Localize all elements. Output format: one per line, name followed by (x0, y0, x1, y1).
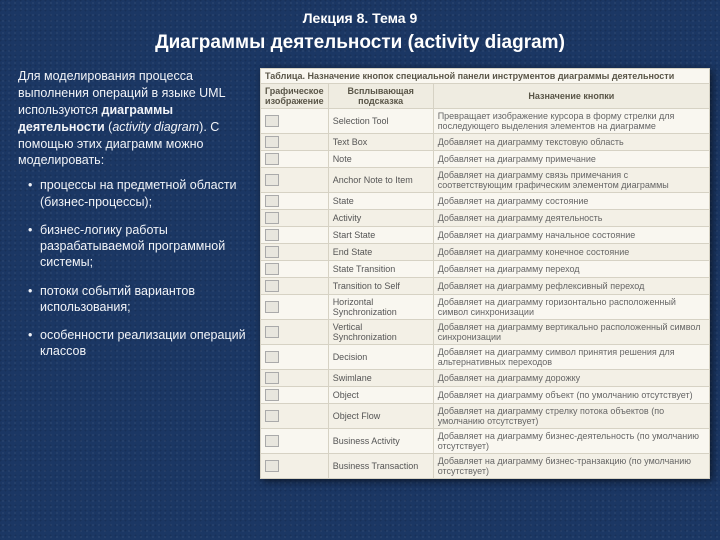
table-row: Start StateДобавляет на диаграмму началь… (261, 227, 710, 244)
table-row: Object FlowДобавляет на диаграмму стрелк… (261, 404, 710, 429)
tool-icon (261, 151, 329, 168)
tool-description: Добавляет на диаграмму примечание (433, 151, 709, 168)
tool-icon (261, 278, 329, 295)
tool-icon (261, 261, 329, 278)
table-header-row: Графическое изображение Всплывающая подс… (261, 84, 710, 109)
tool-description: Добавляет на диаграмму рефлексивный пере… (433, 278, 709, 295)
tool-icon (261, 387, 329, 404)
tool-icon (261, 210, 329, 227)
tool-description: Добавляет на диаграмму начальное состоян… (433, 227, 709, 244)
tool-description: Добавляет на диаграмму объект (по умолча… (433, 387, 709, 404)
tool-hint: Horizontal Synchronization (328, 295, 433, 320)
tool-icon (261, 193, 329, 210)
tool-hint: Business Activity (328, 429, 433, 454)
table-row: ObjectДобавляет на диаграмму объект (по … (261, 387, 710, 404)
tool-icon (261, 345, 329, 370)
table-row: End StateДобавляет на диаграмму конечное… (261, 244, 710, 261)
tool-hint: Activity (328, 210, 433, 227)
table-row: Transition to SelfДобавляет на диаграмму… (261, 278, 710, 295)
tool-description: Добавляет на диаграмму символ принятия р… (433, 345, 709, 370)
tool-hint: Transition to Self (328, 278, 433, 295)
tool-hint: State (328, 193, 433, 210)
tool-hint: State Transition (328, 261, 433, 278)
table-row: Anchor Note to ItemДобавляет на диаграмм… (261, 168, 710, 193)
tool-hint: End State (328, 244, 433, 261)
tool-hint: Business Transaction (328, 454, 433, 479)
list-item: процессы на предметной области (бизнес-п… (28, 177, 248, 210)
tool-description: Добавляет на диаграмму текстовую область (433, 134, 709, 151)
tool-description: Добавляет на диаграмму стрелку потока об… (433, 404, 709, 429)
tool-icon (261, 295, 329, 320)
tool-icon (261, 227, 329, 244)
tool-icon (261, 404, 329, 429)
col-header-desc: Назначение кнопки (433, 84, 709, 109)
lecture-label: Лекция 8. Тема 9 (0, 10, 720, 26)
table-row: State TransitionДобавляет на диаграмму п… (261, 261, 710, 278)
tool-icon (261, 429, 329, 454)
tool-description: Добавляет на диаграмму бизнес-транзакцию… (433, 454, 709, 479)
tool-icon (261, 134, 329, 151)
tool-hint: Selection Tool (328, 109, 433, 134)
tool-hint: Text Box (328, 134, 433, 151)
table-row: Selection ToolПревращает изображение кур… (261, 109, 710, 134)
tool-icon (261, 244, 329, 261)
col-header-hint: Всплывающая подсказка (328, 84, 433, 109)
tool-description: Добавляет на диаграмму конечное состояни… (433, 244, 709, 261)
tool-hint: Vertical Synchronization (328, 320, 433, 345)
table-row: Business ActivityДобавляет на диаграмму … (261, 429, 710, 454)
table-row: Text BoxДобавляет на диаграмму текстовую… (261, 134, 710, 151)
slide-content: Для моделирования процесса выполнения оп… (0, 68, 720, 479)
tools-table: Таблица. Назначение кнопок специальной п… (260, 68, 710, 479)
col-header-icon: Графическое изображение (261, 84, 329, 109)
tool-description: Добавляет на диаграмму горизонтально рас… (433, 295, 709, 320)
tool-icon (261, 320, 329, 345)
table-caption-row: Таблица. Назначение кнопок специальной п… (261, 69, 710, 84)
tool-hint: Decision (328, 345, 433, 370)
tool-hint: Note (328, 151, 433, 168)
table-row: Vertical SynchronizationДобавляет на диа… (261, 320, 710, 345)
table-row: NoteДобавляет на диаграмму примечание (261, 151, 710, 168)
table-caption: Таблица. Назначение кнопок специальной п… (261, 69, 710, 84)
tool-description: Превращает изображение курсора в форму с… (433, 109, 709, 134)
tool-hint: Start State (328, 227, 433, 244)
tool-description: Добавляет на диаграмму переход (433, 261, 709, 278)
tool-description: Добавляет на диаграмму состояние (433, 193, 709, 210)
tool-hint: Swimlane (328, 370, 433, 387)
table-row: StateДобавляет на диаграмму состояние (261, 193, 710, 210)
slide-title: Диаграммы деятельности (activity diagram… (0, 32, 720, 54)
intro-text: Для моделирования процесса выполнения оп… (18, 68, 248, 479)
tool-icon (261, 109, 329, 134)
bullet-list: процессы на предметной области (бизнес-п… (28, 177, 248, 359)
tool-icon (261, 168, 329, 193)
tool-hint: Object Flow (328, 404, 433, 429)
table-row: ActivityДобавляет на диаграмму деятельно… (261, 210, 710, 227)
tool-icon (261, 454, 329, 479)
list-item: особенности реализации операций классов (28, 327, 248, 360)
tool-description: Добавляет на диаграмму связь примечания … (433, 168, 709, 193)
tool-description: Добавляет на диаграмму вертикально распо… (433, 320, 709, 345)
table-panel: Таблица. Назначение кнопок специальной п… (260, 68, 710, 479)
tool-description: Добавляет на диаграмму дорожку (433, 370, 709, 387)
tool-icon (261, 370, 329, 387)
tool-description: Добавляет на диаграмму деятельность (433, 210, 709, 227)
list-item: потоки событий вариантов использования; (28, 283, 248, 316)
tool-hint: Anchor Note to Item (328, 168, 433, 193)
tool-description: Добавляет на диаграмму бизнес-деятельнос… (433, 429, 709, 454)
slide-header: Лекция 8. Тема 9 Диаграммы деятельности … (0, 0, 720, 54)
table-row: Horizontal SynchronizationДобавляет на д… (261, 295, 710, 320)
table-row: SwimlaneДобавляет на диаграмму дорожку (261, 370, 710, 387)
intro-paragraph: Для моделирования процесса выполнения оп… (18, 68, 248, 169)
table-row: Business TransactionДобавляет на диаграм… (261, 454, 710, 479)
table-row: DecisionДобавляет на диаграмму символ пр… (261, 345, 710, 370)
list-item: бизнес-логику работы разрабатываемой про… (28, 222, 248, 271)
tool-hint: Object (328, 387, 433, 404)
